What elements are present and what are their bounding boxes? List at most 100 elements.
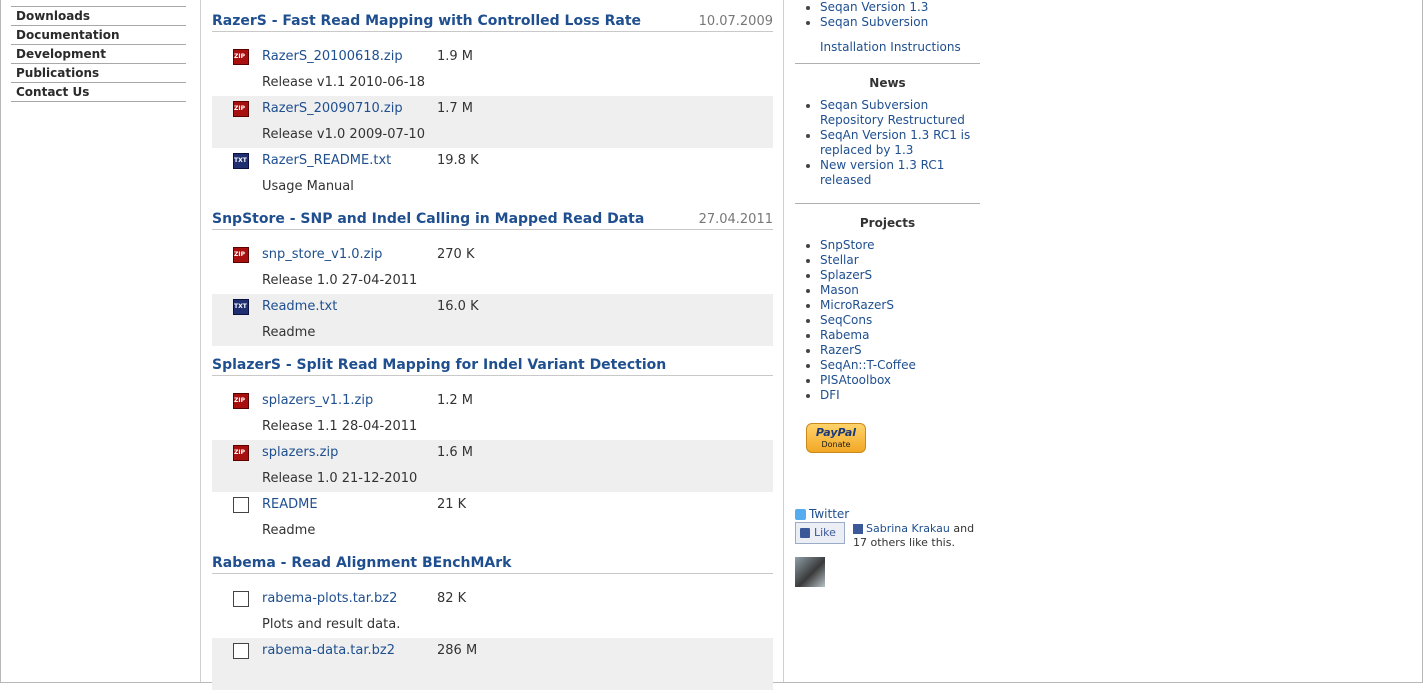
file-size: 21 K — [437, 497, 467, 512]
column-divider-left — [200, 0, 201, 683]
file-size: 286 M — [437, 643, 478, 658]
file-download-link[interactable]: rabema-plots.tar.bz2 — [262, 591, 397, 606]
file-download-link[interactable]: snp_store_v1.0.zip — [262, 247, 382, 262]
sidebar-separator — [795, 203, 980, 204]
seqan-subversion-link[interactable]: Seqan Subversion — [820, 15, 928, 29]
project-item[interactable]: PISAtoolbox — [795, 373, 980, 388]
nav-item-downloads[interactable]: Downloads — [11, 7, 186, 26]
doc-icon[interactable] — [233, 643, 249, 659]
project-link[interactable]: SeqAn::T-Coffee — [820, 358, 916, 372]
facebook-like-button[interactable]: Like — [795, 522, 845, 544]
file-description: Readme — [262, 523, 316, 538]
project-link[interactable]: Mason — [820, 283, 859, 297]
thumbs-up-icon — [800, 528, 810, 538]
left-navigation: Downloads Documentation Development Publ… — [11, 0, 186, 102]
file-download-link[interactable]: RazerS_README.txt — [262, 153, 391, 168]
zip-icon[interactable] — [233, 247, 249, 263]
project-link[interactable]: SnpStore — [820, 238, 875, 252]
section-title[interactable]: Rabema - Read Alignment BEnchMArk — [212, 555, 511, 571]
file-row: Readme.txt 16.0 K Readme — [212, 294, 773, 346]
list-item[interactable]: Seqan Version 1.3 — [795, 0, 980, 15]
txt-icon[interactable] — [233, 299, 249, 315]
file-download-link[interactable]: RazerS_20100618.zip — [262, 49, 403, 64]
news-item[interactable]: Seqan Subversion Repository Restructured — [795, 98, 980, 128]
zip-icon[interactable] — [233, 49, 249, 65]
project-item[interactable]: Stellar — [795, 253, 980, 268]
project-item[interactable]: Rabema — [795, 328, 980, 343]
nav-item-development[interactable]: Development — [11, 45, 186, 64]
file-row: rabema-plots.tar.bz2 82 K Plots and result… — [212, 586, 773, 638]
nav-item-contact-us[interactable]: Contact Us — [11, 83, 186, 102]
projects-title: Projects — [859, 216, 916, 230]
news-item[interactable]: New version 1.3 RC1 released — [795, 158, 980, 188]
project-item[interactable]: SeqAn::T-Coffee — [795, 358, 980, 373]
file-size: 1.9 M — [437, 49, 474, 64]
project-link[interactable]: DFI — [820, 388, 840, 402]
doc-icon[interactable] — [233, 497, 249, 513]
avatar[interactable] — [795, 557, 825, 587]
news-item[interactable]: SeqAn Version 1.3 RC1 is replaced by 1.3 — [795, 128, 980, 158]
paypal-donate-button[interactable]: PayPal Donate — [806, 423, 866, 453]
project-link[interactable]: RazerS — [820, 343, 862, 357]
file-download-link[interactable]: RazerS_20090710.zip — [262, 101, 403, 116]
seqan-version-link[interactable]: Seqan Version 1.3 — [820, 0, 928, 14]
installation-instructions-link[interactable]: Installation Instructions — [820, 40, 961, 54]
nav-item-cut — [11, 0, 186, 7]
file-size: 82 K — [437, 591, 467, 606]
file-description: Release 1.0 27-04-2011 — [262, 273, 418, 288]
project-item[interactable]: SplazerS — [795, 268, 980, 283]
section-title[interactable]: SnpStore - SNP and Indel Calling in Mapp… — [212, 211, 644, 227]
file-description: Release 1.0 21-12-2010 — [262, 471, 418, 486]
file-download-link[interactable]: splazers.zip — [262, 445, 338, 460]
file-size: 1.2 M — [437, 393, 474, 408]
news-link[interactable]: Seqan Subversion Repository Restructured — [820, 98, 965, 127]
project-item[interactable]: SeqCons — [795, 313, 980, 328]
section-date: 10.07.2009 — [698, 14, 773, 29]
news-link[interactable]: SeqAn Version 1.3 RC1 is replaced by 1.3 — [820, 128, 970, 157]
file-description: Release v1.0 2009-07-10 — [262, 127, 425, 142]
doc-icon[interactable] — [233, 591, 249, 607]
file-size: 19.8 K — [437, 153, 479, 168]
right-sidebar: Seqan Version 1.3 Seqan Subversion Insta… — [795, 0, 980, 587]
file-row: splazers.zip 1.6 M Release 1.0 21-12-2010 — [212, 440, 773, 492]
file-list: rabema-plots.tar.bz2 82 K Plots and result… — [212, 586, 773, 690]
twitter-label[interactable]: Twitter — [809, 507, 849, 521]
project-link[interactable]: MicroRazerS — [820, 298, 894, 312]
project-item[interactable]: DFI — [795, 388, 980, 403]
news-link[interactable]: New version 1.3 RC1 released — [820, 158, 944, 187]
column-divider-right — [783, 0, 784, 683]
facebook-friend-link[interactable]: Sabrina Krakau — [866, 522, 950, 535]
section-title[interactable]: RazerS - Fast Read Mapping with Controll… — [212, 13, 641, 29]
file-download-link[interactable]: splazers_v1.1.zip — [262, 393, 373, 408]
nav-item-publications[interactable]: Publications — [11, 64, 186, 83]
project-item[interactable]: MicroRazerS — [795, 298, 980, 313]
file-download-link[interactable]: Readme.txt — [262, 299, 337, 314]
twitter-link[interactable]: Twitter — [795, 507, 849, 521]
project-item[interactable]: Mason — [795, 283, 980, 298]
file-row: README 21 K Readme — [212, 492, 773, 544]
nav-item-documentation[interactable]: Documentation — [11, 26, 186, 45]
facebook-icon — [853, 524, 863, 534]
project-link[interactable]: SeqCons — [820, 313, 872, 327]
project-link[interactable]: SplazerS — [820, 268, 872, 282]
file-download-link[interactable]: README — [262, 497, 318, 512]
section-title[interactable]: SplazerS - Split Read Mapping for Indel … — [212, 357, 666, 373]
window-left-border — [0, 0, 1, 683]
file-row: RazerS_20100618.zip 1.9 M Release v1.1 201… — [212, 44, 773, 96]
like-label: Like — [814, 526, 836, 539]
section-heading: Rabema - Read Alignment BEnchMArk — [212, 548, 773, 574]
project-item[interactable]: SnpStore — [795, 238, 980, 253]
zip-icon[interactable] — [233, 101, 249, 117]
file-download-link[interactable]: rabema-data.tar.bz2 — [262, 643, 395, 658]
project-link[interactable]: Stellar — [820, 253, 859, 267]
project-item[interactable]: RazerS — [795, 343, 980, 358]
project-link[interactable]: Rabema — [820, 328, 869, 342]
project-link[interactable]: PISAtoolbox — [820, 373, 891, 387]
file-description: Plots and result data. — [262, 617, 401, 632]
zip-icon[interactable] — [233, 393, 249, 409]
list-item[interactable]: Seqan Subversion — [795, 15, 980, 30]
list-item[interactable]: Installation Instructions — [795, 40, 980, 55]
txt-icon[interactable] — [233, 153, 249, 169]
version-links: Seqan Version 1.3 Seqan Subversion Insta… — [795, 0, 980, 55]
zip-icon[interactable] — [233, 445, 249, 461]
